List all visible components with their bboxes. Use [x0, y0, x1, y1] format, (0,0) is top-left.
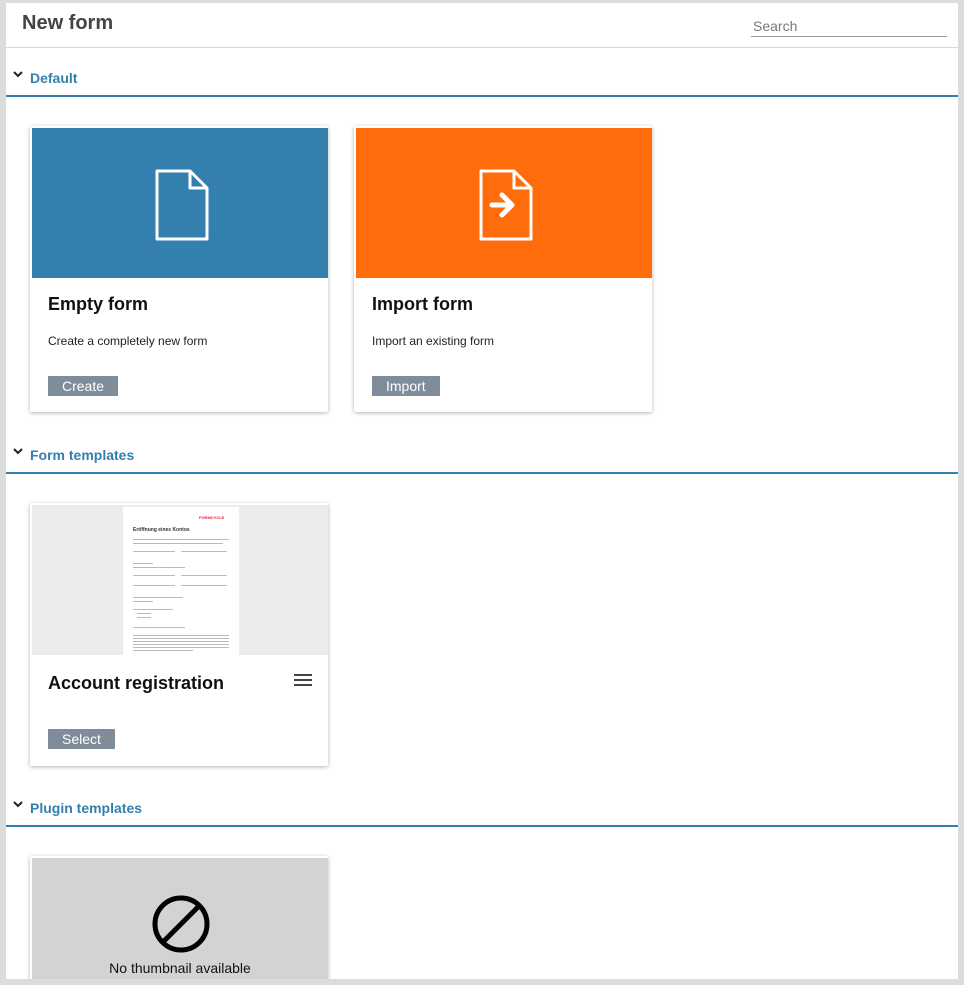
- header-bar: New form: [6, 3, 958, 48]
- document-icon: [155, 169, 209, 241]
- card-title: Account registration: [48, 673, 225, 693]
- card-description: Import an existing form: [372, 334, 495, 348]
- preview-logo: FORMCYCLE: [199, 515, 225, 520]
- chevron-down-icon: [13, 448, 23, 455]
- preview-title: Eröffnung eines Kontos: [133, 527, 190, 533]
- import-button[interactable]: Import: [372, 376, 440, 396]
- section-header-default[interactable]: Default: [6, 48, 958, 97]
- card-thumbnail: [356, 128, 652, 278]
- card-title: Import form: [372, 294, 473, 314]
- chevron-down-icon: [13, 801, 23, 808]
- card-thumbnail: No thumbnail available: [32, 858, 328, 979]
- chevron-down-icon: [13, 71, 23, 78]
- card-account-registration[interactable]: FORMCYCLE Eröffnung eines Kontos Account…: [30, 503, 328, 766]
- section-header-form-templates[interactable]: Form templates: [6, 425, 958, 474]
- no-thumbnail-label: No thumbnail available: [109, 960, 251, 976]
- section-title: Default: [30, 70, 78, 86]
- new-form-dialog: New form Default Empty form Create a com…: [6, 3, 958, 979]
- section-header-plugin-templates[interactable]: Plugin templates: [6, 778, 958, 827]
- section-title: Form templates: [30, 447, 135, 463]
- card-plugin-template[interactable]: No thumbnail available: [30, 856, 328, 979]
- card-empty-form[interactable]: Empty form Create a completely new form …: [30, 126, 328, 412]
- document-import-arrow-icon: [479, 169, 533, 241]
- page-title: New form: [22, 12, 114, 34]
- card-thumbnail: FORMCYCLE Eröffnung eines Kontos: [32, 505, 328, 655]
- form-preview-image: FORMCYCLE Eröffnung eines Kontos: [123, 507, 239, 655]
- card-title: Empty form: [48, 294, 149, 314]
- card-import-form[interactable]: Import form Import an existing form Impo…: [354, 126, 652, 412]
- search-input[interactable]: [751, 16, 947, 37]
- prohibited-icon: [152, 895, 210, 953]
- section-title: Plugin templates: [30, 800, 143, 816]
- card-description: Create a completely new form: [48, 334, 208, 348]
- create-button[interactable]: Create: [48, 376, 119, 396]
- hamburger-menu-icon[interactable]: [294, 674, 312, 686]
- card-thumbnail: [32, 128, 328, 278]
- select-button[interactable]: Select: [48, 729, 115, 749]
